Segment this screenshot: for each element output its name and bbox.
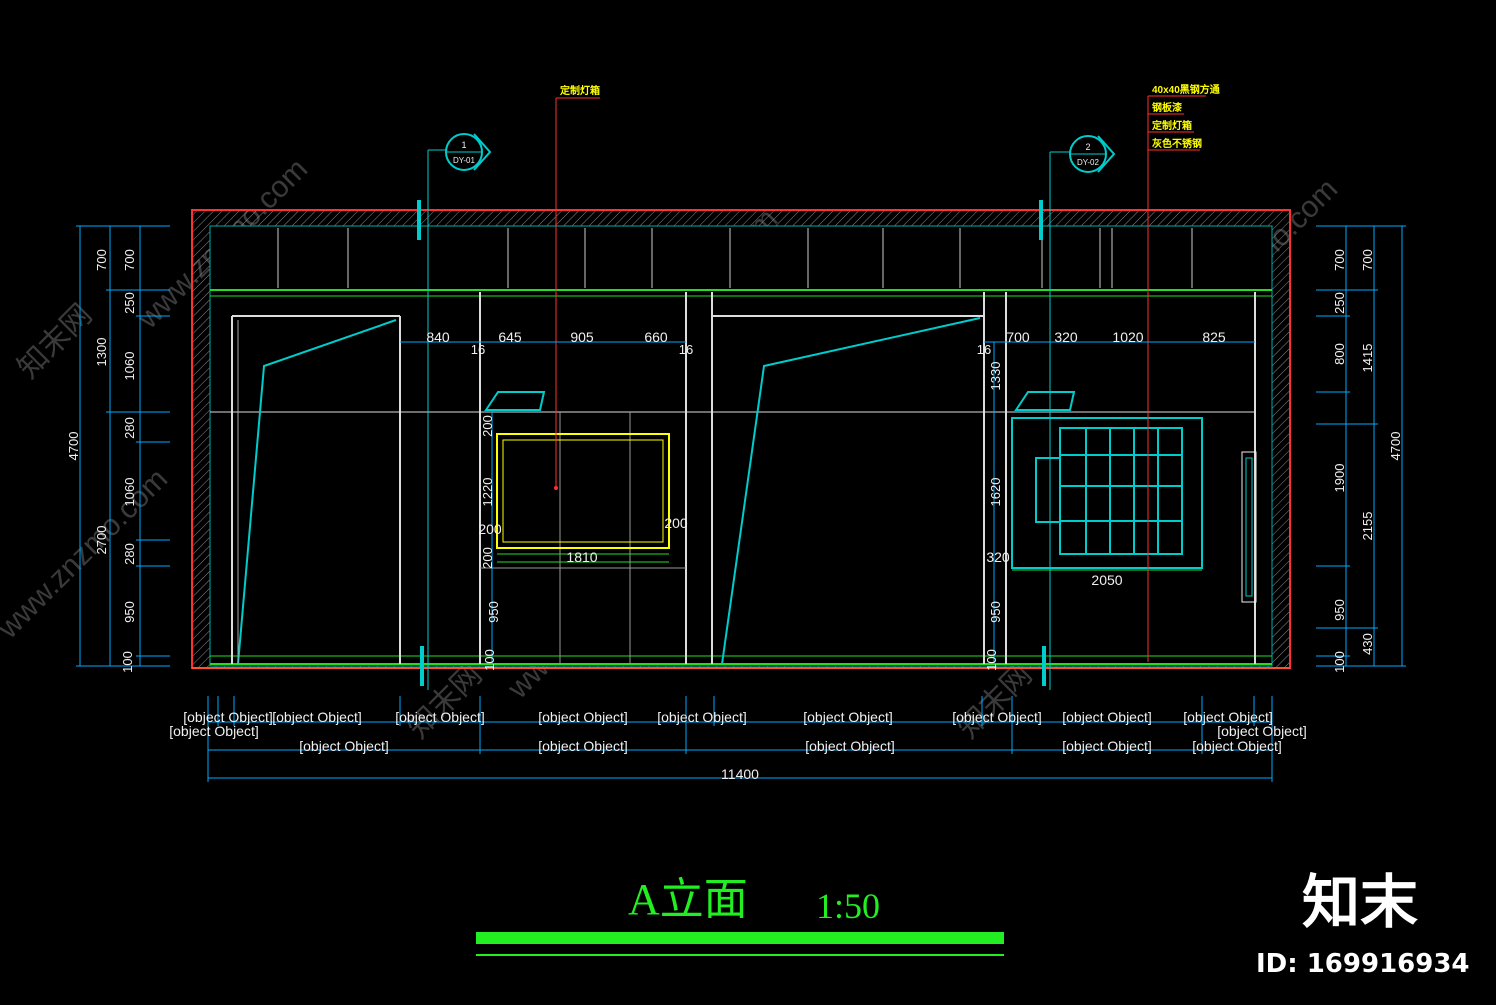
- dim-label: 950: [1332, 599, 1347, 621]
- cad-drawing-canvas: www.znzmo.com www.znzmo.com www.znzmo.co…: [0, 0, 1496, 1000]
- dim-label: 700: [94, 249, 109, 271]
- dim-label: [object Object]: [538, 709, 628, 725]
- section-mark-ref: DY-02: [1077, 158, 1099, 167]
- dim-label: 700: [1332, 249, 1347, 271]
- dim-label: [object Object]: [299, 738, 389, 754]
- dim-label: 1060: [122, 478, 137, 507]
- section-mark-number: 2: [1085, 142, 1090, 152]
- dim-label: 280: [122, 417, 137, 439]
- title-underline: [476, 932, 1004, 944]
- dim-label: [object Object]: [803, 709, 893, 725]
- dim-label: 825: [1202, 329, 1226, 345]
- dim-label: [object Object]: [952, 709, 1042, 725]
- dim-label: 700: [122, 249, 137, 271]
- dim-label: 2700: [94, 526, 109, 555]
- drawing-title: A立面: [628, 875, 748, 924]
- dim-label: [object Object]: [169, 723, 259, 739]
- material-label: 40x40黑钢方通: [1152, 83, 1220, 96]
- dim-label: 1900: [1332, 464, 1347, 493]
- elevation-drawing: www.znzmo.com www.znzmo.com www.znzmo.co…: [0, 83, 1470, 979]
- dim-label: 1300: [94, 338, 109, 367]
- dim-label: 200: [480, 547, 495, 569]
- dim-label: 100: [120, 651, 135, 673]
- dim-label: 1810: [566, 549, 597, 565]
- dim-label: 1620: [988, 478, 1003, 507]
- wall-frame: [191, 209, 1291, 669]
- dim-label: [object Object]: [805, 738, 895, 754]
- dim-label: 1415: [1360, 344, 1375, 373]
- dim-label: 645: [498, 329, 522, 345]
- dim-label: [object Object]: [1062, 709, 1152, 725]
- title-underline-thin: [476, 954, 1004, 956]
- dim-label: 700: [1360, 249, 1375, 271]
- dim-label: 280: [122, 543, 137, 565]
- dim-label: 16: [977, 342, 991, 357]
- dim-label: [object Object]: [1217, 723, 1307, 739]
- dim-label: 950: [988, 601, 1003, 623]
- dim-label: 100: [984, 649, 999, 671]
- material-label: 灰色不锈钢: [1152, 137, 1202, 150]
- drawing-title-block: A立面 1:50: [476, 875, 1004, 956]
- dim-total: 11400: [721, 766, 759, 782]
- dim-bottom-labels: [object Object] [object Object] [object …: [169, 709, 1307, 782]
- material-label: 定制灯箱: [1152, 119, 1192, 132]
- dim-right-labels: 700 250 800 1900 950 100 700 1415 2155 4…: [1332, 249, 1403, 673]
- dim-label: 430: [1360, 633, 1375, 655]
- section-mark-2: 2 DY-02: [1069, 135, 1116, 173]
- dim-label: 200: [664, 515, 688, 531]
- dim-label: 2050: [1091, 572, 1122, 588]
- dim-label: 320: [1054, 329, 1078, 345]
- dim-label: 100: [1332, 651, 1347, 673]
- dim-label: [object Object]: [395, 709, 485, 725]
- dim-label: [object Object]: [272, 709, 362, 725]
- brand-block: 知末 ID: 169916934: [1256, 868, 1470, 979]
- section-mark-number: 1: [461, 140, 466, 150]
- dim-label: 16: [679, 342, 693, 357]
- dim-label: 16: [471, 342, 485, 357]
- dim-label: [object Object]: [538, 738, 628, 754]
- material-label: 钢板漆: [1152, 101, 1182, 114]
- dim-label: 200: [480, 415, 495, 437]
- dim-label: 4700: [66, 432, 81, 461]
- dim-label: 4700: [1388, 432, 1403, 461]
- dim-label: 1220: [480, 478, 495, 507]
- dim-label: 250: [1332, 292, 1347, 314]
- dim-label: 700: [1006, 329, 1030, 345]
- brand-logo: 知末: [1302, 868, 1418, 936]
- dim-label: 800: [1332, 343, 1347, 365]
- dim-label: 1330: [988, 362, 1003, 391]
- section-mark-ref: DY-01: [453, 156, 475, 165]
- watermark-text: 知末网: [12, 298, 99, 385]
- dim-label: 2155: [1360, 512, 1375, 541]
- dim-label: 950: [122, 601, 137, 623]
- dim-label: 950: [486, 601, 501, 623]
- drawing-scale: 1:50: [816, 886, 880, 926]
- dim-label: [object Object]: [1062, 738, 1152, 754]
- material-label: 定制灯箱: [560, 84, 600, 97]
- dim-label: 1020: [1112, 329, 1143, 345]
- watermark-text: 知末网: [402, 658, 489, 745]
- watermark-text: www.znzmo.com: [0, 462, 174, 645]
- dim-label: 660: [644, 329, 668, 345]
- dim-label: 840: [426, 329, 450, 345]
- dim-label: 250: [122, 292, 137, 314]
- dim-label: 320: [986, 549, 1010, 565]
- dim-label: [object Object]: [1192, 738, 1282, 754]
- dim-label: 1060: [122, 352, 137, 381]
- section-mark-1: 1 DY-01: [445, 133, 492, 171]
- dim-label: 905: [570, 329, 594, 345]
- dim-label: 200: [478, 521, 502, 537]
- image-id: ID: 169916934: [1256, 949, 1470, 979]
- dim-label: [object Object]: [657, 709, 747, 725]
- dim-label: 100: [482, 649, 497, 671]
